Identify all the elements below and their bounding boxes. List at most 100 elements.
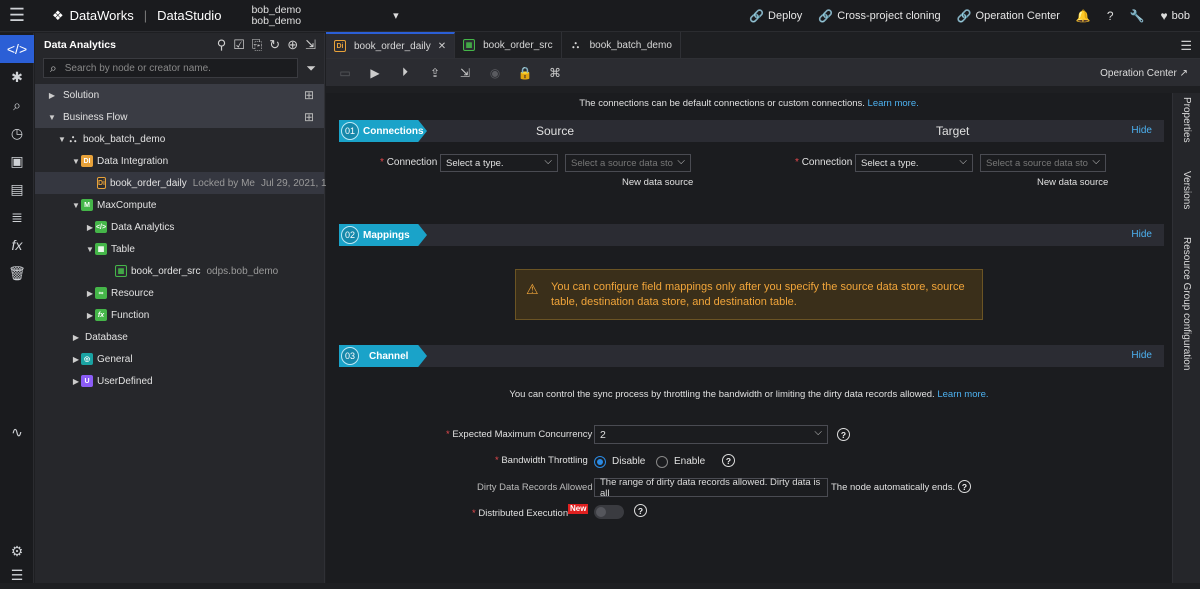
resource-group-tab[interactable]: Resource Group configuration [1181, 237, 1192, 370]
tree-item-business-flow[interactable]: ▼ Business Flow ⊞ [35, 106, 324, 128]
data-analytics-panel: Data Analytics ⚲ ☑ ⎘ ↻ ⊕ ⇲ ⌕ Search by n… [35, 33, 341, 583]
bell-icon[interactable]: 🔔 [1076, 9, 1091, 23]
collapse-menu-icon[interactable]: ☰ [0, 561, 34, 589]
channel-learn-more-link[interactable]: Learn more. [937, 389, 988, 400]
hide-channel-link[interactable]: Hide [1131, 350, 1152, 361]
tree-item-database[interactable]: ▶ Database [35, 326, 324, 348]
tree-item-resource[interactable]: ▶ ∞ Resource [35, 282, 324, 304]
target-type-select[interactable]: Select a type. ⌵ [855, 154, 973, 172]
code-icon[interactable]: </> [0, 35, 34, 63]
question-icon[interactable]: ? [958, 480, 971, 493]
chevron-down-icon[interactable]: ▼ [47, 113, 57, 122]
source-type-select[interactable]: Select a type. ⌵ [440, 154, 558, 172]
data-integration-icon: DI [81, 155, 93, 167]
grid-icon[interactable]: ⊞ [304, 110, 314, 124]
import-icon[interactable]: ⇲ [305, 37, 316, 53]
filter-icon[interactable]: ⏷ [298, 61, 316, 76]
tab-book-order-src[interactable]: ▦ book_order_src [455, 32, 562, 58]
properties-tab[interactable]: Properties [1181, 97, 1192, 143]
section-title: Mappings [363, 229, 410, 241]
script-mode-icon[interactable]: ⌘ [546, 66, 564, 80]
trash-icon[interactable]: 🗑 [0, 259, 34, 287]
refresh-icon[interactable]: ↻ [269, 37, 280, 53]
workspace-selector[interactable]: bob_demo bob_demo [251, 4, 301, 27]
chevron-right-icon[interactable]: ▶ [47, 91, 57, 100]
locate-icon[interactable]: ⊕ [287, 37, 298, 53]
operation-center-toolbar-link[interactable]: Operation Center ↗ [1100, 68, 1188, 79]
tree-label: UserDefined [97, 375, 153, 387]
tree-item-book-batch-demo[interactable]: ▼ ⛬ book_batch_demo [35, 128, 324, 150]
chevron-right-icon[interactable]: ▶ [71, 355, 81, 364]
brand[interactable]: ❖ DataWorks | DataStudio [52, 8, 221, 24]
checklist-icon[interactable]: ☑ [233, 37, 245, 53]
search-input[interactable]: ⌕ Search by node or creator name. [43, 58, 298, 78]
submit-icon[interactable]: ⇪ [426, 66, 444, 80]
tree-item-solution[interactable]: ▶ Solution ⊞ [35, 84, 324, 106]
new-file-icon[interactable]: ⎘ [252, 37, 262, 53]
list-icon[interactable]: ≣ [0, 203, 34, 231]
deploy-icon[interactable]: ⇲ [456, 66, 474, 80]
chevron-down-icon[interactable]: ▼ [71, 157, 81, 166]
question-icon[interactable]: ? [837, 428, 850, 441]
versions-tab[interactable]: Versions [1181, 171, 1192, 209]
help-icon[interactable]: ? [1107, 9, 1114, 23]
grid-icon[interactable]: ⊞ [304, 88, 314, 102]
table-icon[interactable]: ▤ [0, 175, 34, 203]
select-value: Select a type. [446, 157, 504, 169]
save-icon[interactable]: ▭ [336, 66, 354, 80]
tab-book-order-daily[interactable]: Di book_order_daily ✕ [326, 32, 456, 58]
tab-book-batch-demo[interactable]: ⛬ book_batch_demo [562, 32, 681, 58]
wrench-icon[interactable]: 🔧 [1130, 9, 1145, 23]
chevron-down-icon[interactable]: ▼ [71, 201, 81, 210]
operation-center-link[interactable]: 🔗 Operation Center [957, 9, 1060, 23]
tree-item-data-analytics[interactable]: ▶ </> Data Analytics [35, 216, 324, 238]
search-icon[interactable]: ⌕ [0, 91, 34, 119]
target-datastore-select[interactable]: Select a source data sto ⌵ [980, 154, 1106, 172]
distributed-toggle[interactable] [594, 505, 624, 519]
stop-icon[interactable]: ◉ [486, 66, 504, 80]
function-icon[interactable]: fx [0, 231, 34, 259]
tree-item-data-integration[interactable]: ▼ DI Data Integration [35, 150, 324, 172]
chevron-down-icon[interactable]: ▼ [85, 245, 95, 254]
tree-item-book-order-src[interactable]: ▦ book_order_src odps.bob_demo [35, 260, 324, 282]
hide-connections-link[interactable]: Hide [1131, 125, 1152, 136]
hide-mappings-link[interactable]: Hide [1131, 229, 1152, 240]
question-icon[interactable]: ? [634, 504, 647, 517]
menu-icon[interactable]: ☰ [0, 0, 34, 32]
chevron-right-icon[interactable]: ▶ [71, 333, 81, 342]
user-menu[interactable]: ♥ bob [1161, 9, 1190, 23]
create-by-person-icon[interactable]: ⚲ [217, 37, 227, 53]
chevron-right-icon[interactable]: ▶ [85, 289, 95, 298]
tree-item-general[interactable]: ▶ ◎ General [35, 348, 324, 370]
lock-icon[interactable]: 🔒 [516, 66, 534, 80]
tree-item-table[interactable]: ▼ ▦ Table [35, 238, 324, 260]
tab-menu-icon[interactable]: ☰ [1180, 38, 1192, 54]
chevron-down-icon[interactable]: ▼ [57, 135, 67, 144]
chevron-right-icon[interactable]: ▶ [85, 223, 95, 232]
chevron-right-icon[interactable]: ▶ [85, 311, 95, 320]
tree-item-maxcompute[interactable]: ▼ M MaxCompute [35, 194, 324, 216]
tree-item-userdefined[interactable]: ▶ U UserDefined [35, 370, 324, 392]
new-source-datasource-link[interactable]: New data source [622, 177, 693, 188]
close-icon[interactable]: ✕ [438, 41, 446, 52]
cross-project-link[interactable]: 🔗 Cross-project cloning [818, 9, 940, 23]
enable-radio[interactable] [656, 456, 668, 468]
disable-radio[interactable] [594, 456, 606, 468]
source-datastore-select[interactable]: Select a source data sto ⌵ [565, 154, 691, 172]
question-icon[interactable]: ? [722, 454, 735, 467]
tree-item-function[interactable]: ▶ fx Function [35, 304, 324, 326]
chevron-down-icon[interactable]: ▾ [393, 9, 399, 22]
pulse-icon[interactable]: ∿ [0, 418, 34, 446]
deploy-link[interactable]: 🔗 Deploy [749, 9, 802, 23]
puzzle-icon[interactable]: ✱ [0, 63, 34, 91]
chevron-right-icon[interactable]: ▶ [71, 377, 81, 386]
run-icon[interactable]: ▶ [366, 66, 384, 80]
clock-icon[interactable]: ◷ [0, 119, 34, 147]
new-target-datasource-link[interactable]: New data source [1037, 177, 1108, 188]
tree-item-book-order-daily[interactable]: Di book_order_daily Locked by Me Jul 29,… [35, 172, 341, 194]
run-with-params-icon[interactable]: ⏵ [396, 65, 414, 80]
dirty-data-input[interactable]: The range of dirty data records allowed.… [594, 477, 828, 499]
briefcase-icon[interactable]: ▣ [0, 147, 34, 175]
concurrency-select[interactable]: 2 ⌵ [594, 425, 828, 444]
learn-more-link[interactable]: Learn more. [868, 98, 919, 109]
